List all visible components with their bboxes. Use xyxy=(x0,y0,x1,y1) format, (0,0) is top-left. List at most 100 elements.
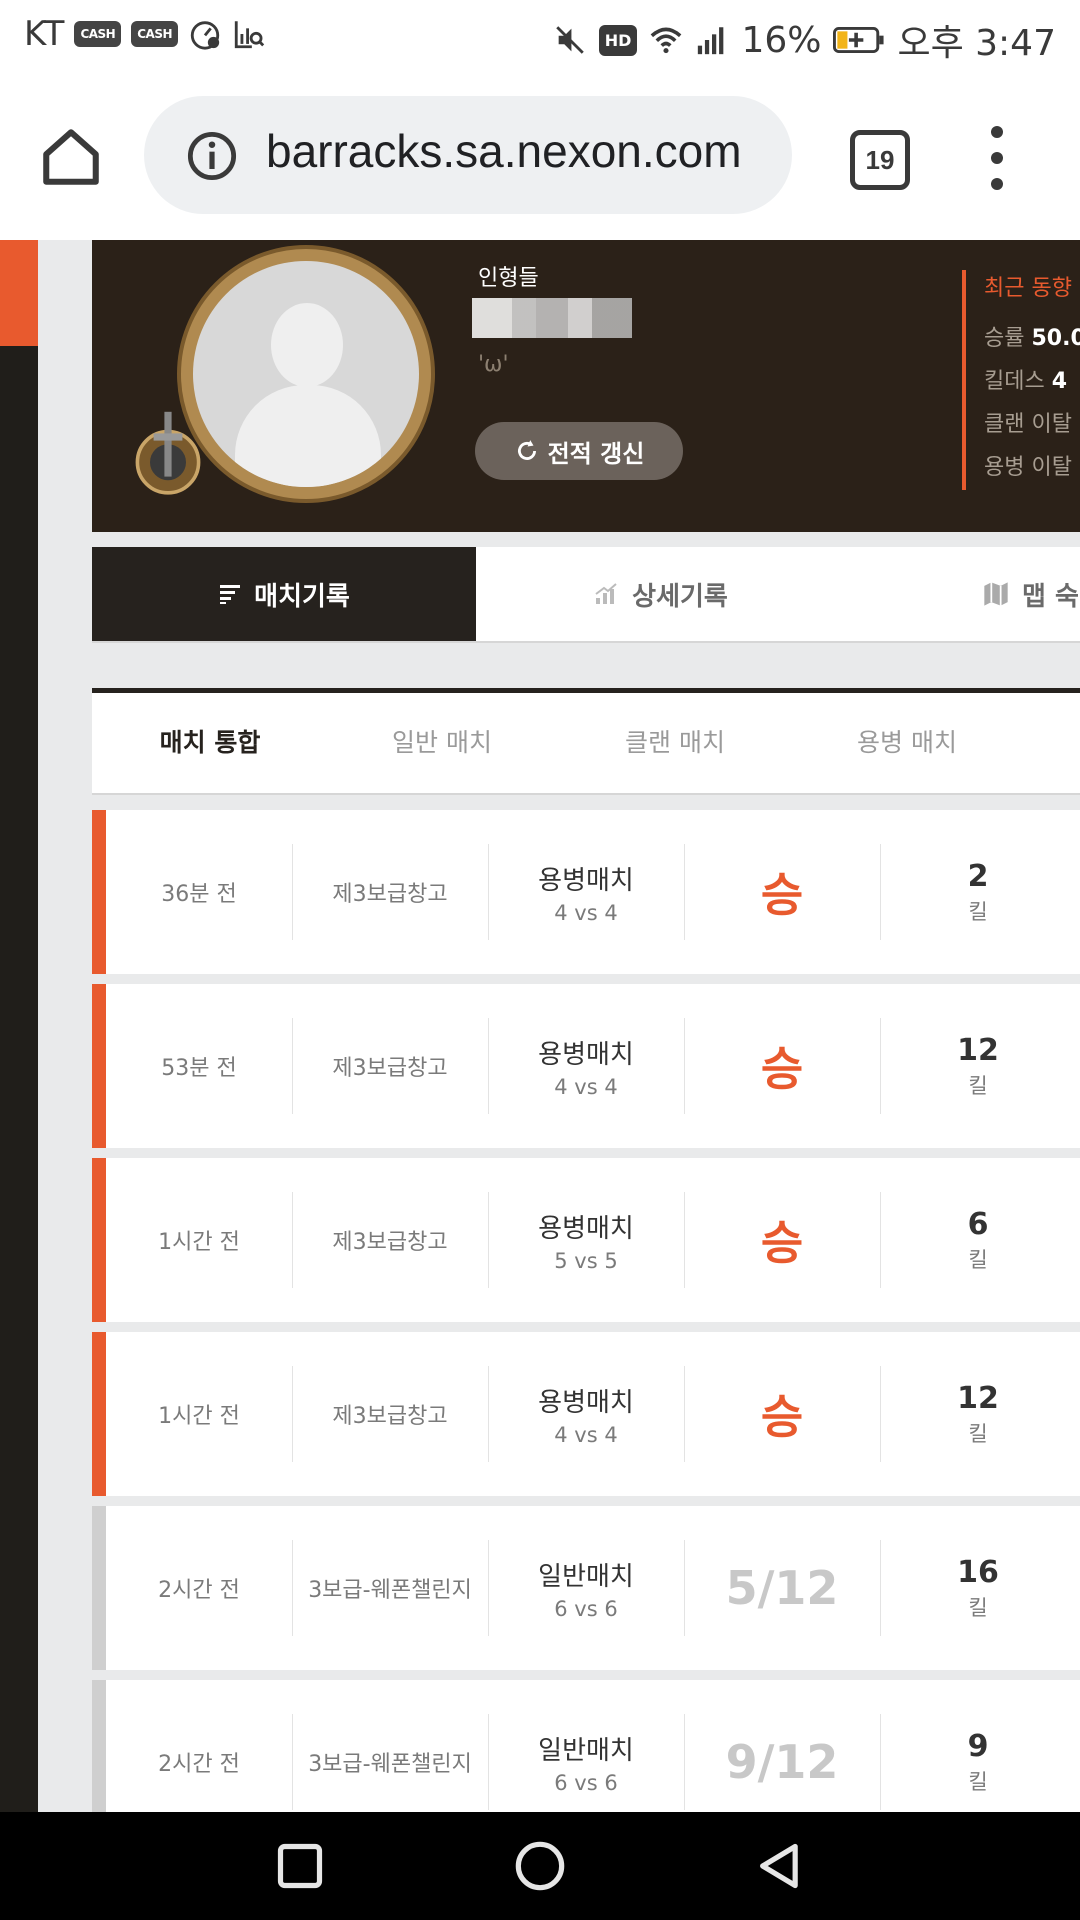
match-mode-label: 용병매치 xyxy=(538,1213,634,1244)
kill-count: 12 xyxy=(957,1380,999,1416)
kill-count: 12 xyxy=(957,1032,999,1068)
kill-label: 킬 xyxy=(968,1247,988,1272)
chart-search-icon xyxy=(234,21,265,49)
list-icon xyxy=(220,585,241,604)
match-mode: 일반매치 6 vs 6 xyxy=(488,1540,685,1636)
match-row[interactable]: 53분 전 제3보급창고 용병매치 4 vs 4 승 12 킬 xyxy=(92,984,1080,1148)
match-mode: 용병매치 4 vs 4 xyxy=(488,1018,685,1114)
battery-percent: 16% xyxy=(741,19,822,61)
refresh-button-label: 전적 갱신 xyxy=(547,439,645,468)
carrier-label: KT xyxy=(24,14,65,54)
mute-icon xyxy=(556,26,584,54)
match-result: 승 xyxy=(684,1018,881,1114)
match-mode-label: 일반매치 xyxy=(538,1735,634,1766)
match-row[interactable]: 2시간 전 3보급-웨폰챌린지 일반매치 6 vs 6 9/12 9 킬 xyxy=(92,1680,1080,1812)
result-indicator-bar xyxy=(92,1332,106,1496)
match-mode-label: 용병매치 xyxy=(538,1387,634,1418)
recent-trend-panel: 최근 동향 승률 50.0 킬데스 4 클랜 이탈 용병 이탈 xyxy=(962,270,1080,490)
refresh-record-button[interactable]: 전적 갱신 xyxy=(475,422,683,480)
match-map: 제3보급창고 xyxy=(292,1366,489,1462)
match-list: 36분 전 제3보급창고 용병매치 4 vs 4 승 2 킬 53분 전 제3보… xyxy=(92,810,1080,1812)
tab-match-history[interactable]: 매치기록 xyxy=(92,547,476,641)
recent-kd: 킬데스 4 xyxy=(984,369,1068,394)
match-mode: 용병매치 5 vs 5 xyxy=(488,1192,685,1288)
match-size-label: 5 vs 5 xyxy=(554,1248,618,1273)
back-icon[interactable] xyxy=(754,1840,806,1892)
match-time: 1시간 전 xyxy=(106,1192,293,1288)
match-result: 9/12 xyxy=(684,1714,881,1810)
home-circle-icon[interactable] xyxy=(514,1840,566,1892)
web-content: 인형들 'ω' 전적 갱신 최근 동향 승률 50.0 킬데스 4 클랜 이탈 … xyxy=(0,240,1080,1812)
match-mode-label: 용병매치 xyxy=(538,865,634,896)
subtab-normal-match[interactable]: 일반 매치 xyxy=(362,693,522,793)
match-time: 2시간 전 xyxy=(106,1714,293,1810)
match-map: 제3보급창고 xyxy=(292,1192,489,1288)
kill-label: 킬 xyxy=(968,1073,988,1098)
match-result: 승 xyxy=(684,844,881,940)
stats-icon xyxy=(595,583,617,604)
match-row[interactable]: 2시간 전 3보급-웨폰챌린지 일반매치 6 vs 6 5/12 16 킬 xyxy=(92,1506,1080,1670)
match-filter-tabs: 매치 통합 일반 매치 클랜 매치 용병 매치 xyxy=(92,688,1080,795)
info-icon[interactable] xyxy=(186,130,238,182)
refresh-icon xyxy=(517,440,536,460)
result-indicator-bar xyxy=(92,810,106,974)
match-kills: 12 킬 xyxy=(880,1018,1076,1114)
kill-label: 킬 xyxy=(968,1595,988,1620)
match-kills: 6 킬 xyxy=(880,1192,1076,1288)
recents-icon[interactable] xyxy=(274,1840,326,1892)
match-size-label: 6 vs 6 xyxy=(554,1596,618,1621)
match-result: 승 xyxy=(684,1366,881,1462)
match-time: 53분 전 xyxy=(106,1018,293,1114)
nickname-blurred xyxy=(472,298,632,338)
match-kills: 2 킬 xyxy=(880,844,1076,940)
match-map: 제3보급창고 xyxy=(292,1018,489,1114)
gauge-icon xyxy=(190,21,220,50)
cash-icon: CASH xyxy=(74,21,122,47)
match-row[interactable]: 1시간 전 제3보급창고 용병매치 5 vs 5 승 6 킬 xyxy=(92,1158,1080,1322)
recent-trend-title: 최근 동향 xyxy=(984,276,1072,301)
main-tabs: 매치기록 상세기록 맵 숙 xyxy=(92,547,1080,643)
rank-label: 인형들 xyxy=(478,266,539,291)
match-result: 승 xyxy=(684,1192,881,1288)
match-mode-label: 용병매치 xyxy=(538,1039,634,1070)
hd-icon: HD xyxy=(598,24,638,56)
match-kills: 16 킬 xyxy=(880,1540,1076,1636)
result-indicator-bar xyxy=(92,984,106,1148)
match-time: 2시간 전 xyxy=(106,1540,293,1636)
match-mode-label: 일반매치 xyxy=(538,1561,634,1592)
tab-label: 맵 숙 xyxy=(1022,581,1079,612)
match-row[interactable]: 36분 전 제3보급창고 용병매치 4 vs 4 승 2 킬 xyxy=(92,810,1080,974)
match-map: 3보급-웨폰챌린지 xyxy=(292,1540,489,1636)
subtab-clan-match[interactable]: 클랜 매치 xyxy=(595,693,755,793)
sidebar-accent xyxy=(0,240,38,346)
tab-switcher-button[interactable]: 19 xyxy=(850,130,910,190)
left-sidebar xyxy=(0,240,38,1812)
url-text[interactable]: barracks.sa.nexon.com xyxy=(266,124,742,178)
kill-count: 9 xyxy=(967,1728,989,1764)
result-indicator-bar xyxy=(92,1158,106,1322)
kill-count: 2 xyxy=(967,858,989,894)
tab-detailed-stats[interactable]: 상세기록 xyxy=(476,547,846,641)
system-nav-bar xyxy=(0,1812,1080,1920)
match-map: 제3보급창고 xyxy=(292,844,489,940)
match-map: 3보급-웨폰챌린지 xyxy=(292,1714,489,1810)
subtab-mercenary-match[interactable]: 용병 매치 xyxy=(827,693,987,793)
home-icon[interactable] xyxy=(38,124,104,190)
match-result: 5/12 xyxy=(684,1540,881,1636)
match-kills: 9 킬 xyxy=(880,1714,1076,1810)
match-time: 1시간 전 xyxy=(106,1366,293,1462)
match-kills: 12 킬 xyxy=(880,1366,1076,1462)
status-bar: KT CASH CASH HD 16% 오후 3:47 xyxy=(0,0,1080,74)
tab-map-proficiency[interactable]: 맵 숙 xyxy=(982,547,1080,641)
url-bar[interactable]: barracks.sa.nexon.com xyxy=(144,96,792,214)
wifi-icon xyxy=(651,27,682,54)
more-menu-icon[interactable] xyxy=(982,126,1012,190)
match-mode: 용병매치 4 vs 4 xyxy=(488,844,685,940)
match-size-label: 4 vs 4 xyxy=(554,1074,618,1099)
tab-label: 상세기록 xyxy=(632,581,728,612)
subtab-all-matches[interactable]: 매치 통합 xyxy=(130,693,290,793)
match-row[interactable]: 1시간 전 제3보급창고 용병매치 4 vs 4 승 12 킬 xyxy=(92,1332,1080,1496)
status-left: KT CASH CASH xyxy=(24,14,266,54)
map-icon xyxy=(984,582,1008,606)
result-indicator-bar xyxy=(92,1506,106,1670)
